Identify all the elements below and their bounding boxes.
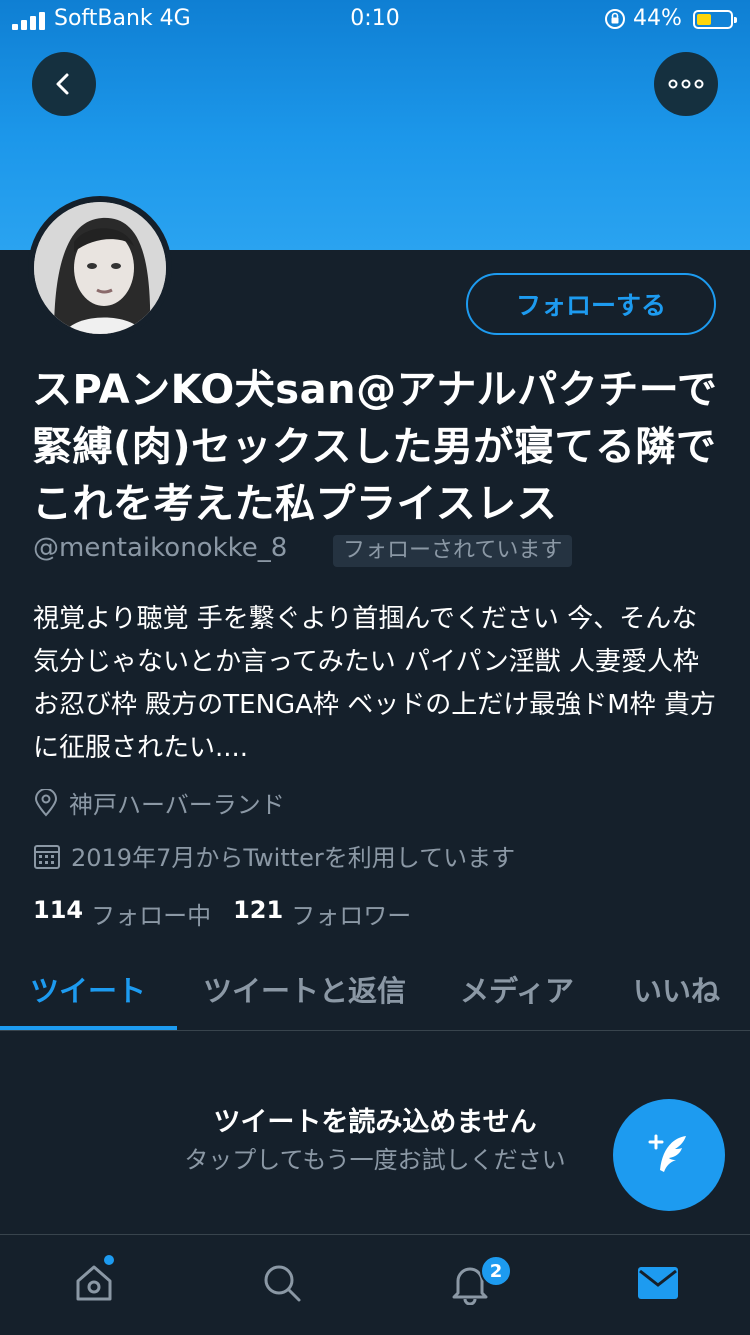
joined-text: 2019年7月からTwitterを利用しています (71, 844, 516, 872)
bottom-tab-bar (0, 1234, 750, 1335)
profile-location: 神戸ハーバーランド (33, 785, 285, 820)
messages-icon[interactable] (636, 1261, 680, 1305)
rotation-lock-icon (605, 9, 625, 29)
tab-media[interactable]: メディア (460, 968, 574, 1010)
calendar-icon (34, 844, 60, 869)
followers-label[interactable]: フォロワー (291, 896, 411, 931)
compose-feather-icon (648, 1134, 686, 1172)
tab-tweets[interactable]: ツイート (30, 968, 146, 1010)
avatar[interactable] (28, 196, 172, 340)
profile-display-name: スPAンKO犬san@アナルパクチーで緊縛(肉)セックスした男が寝てる隣でこれを… (32, 367, 718, 527)
avatar-photo (34, 202, 166, 334)
follow-counts: 114 フォロー中 121 フォロワー (33, 896, 433, 931)
back-button[interactable] (32, 52, 96, 116)
follow-button[interactable]: フォローする (466, 273, 716, 335)
following-label[interactable]: フォロー中 (91, 896, 211, 931)
following-count[interactable]: 114 (33, 896, 83, 931)
home-icon[interactable] (72, 1261, 116, 1305)
profile-bio: 視覚より聴覚 手を繋ぐより首掴んでください 今、そんな気分じゃないとか言ってみた… (33, 604, 716, 763)
notifications-badge: 2 (480, 1255, 512, 1287)
battery-percent: 44% (633, 6, 682, 31)
chevron-left-icon (56, 73, 69, 95)
home-unread-dot (104, 1255, 114, 1265)
active-tab-indicator (0, 1026, 177, 1030)
tab-likes[interactable]: いいね (633, 968, 720, 1010)
compose-tweet-button[interactable] (613, 1099, 725, 1211)
status-bar: SoftBank 4G 0:10 44% (0, 0, 750, 40)
tab-tweets-and-replies[interactable]: ツイートと返信 (203, 968, 406, 1010)
profile-tabs: ツイート ツイートと返信 メディア いいね (0, 958, 750, 1031)
follows-you-badge: フォローされています (333, 535, 573, 567)
search-icon[interactable] (260, 1261, 304, 1305)
more-horizontal-icon (668, 79, 704, 89)
followers-count[interactable]: 121 (233, 896, 283, 931)
more-options-button[interactable] (654, 52, 718, 116)
profile-joined-date: 2019年7月からTwitterを利用しています (33, 838, 515, 873)
profile-handle: @mentaikonokke_8 (33, 533, 288, 563)
location-pin-icon (34, 788, 58, 816)
location-text: 神戸ハーバーランド (69, 791, 285, 819)
battery-icon (693, 10, 737, 29)
